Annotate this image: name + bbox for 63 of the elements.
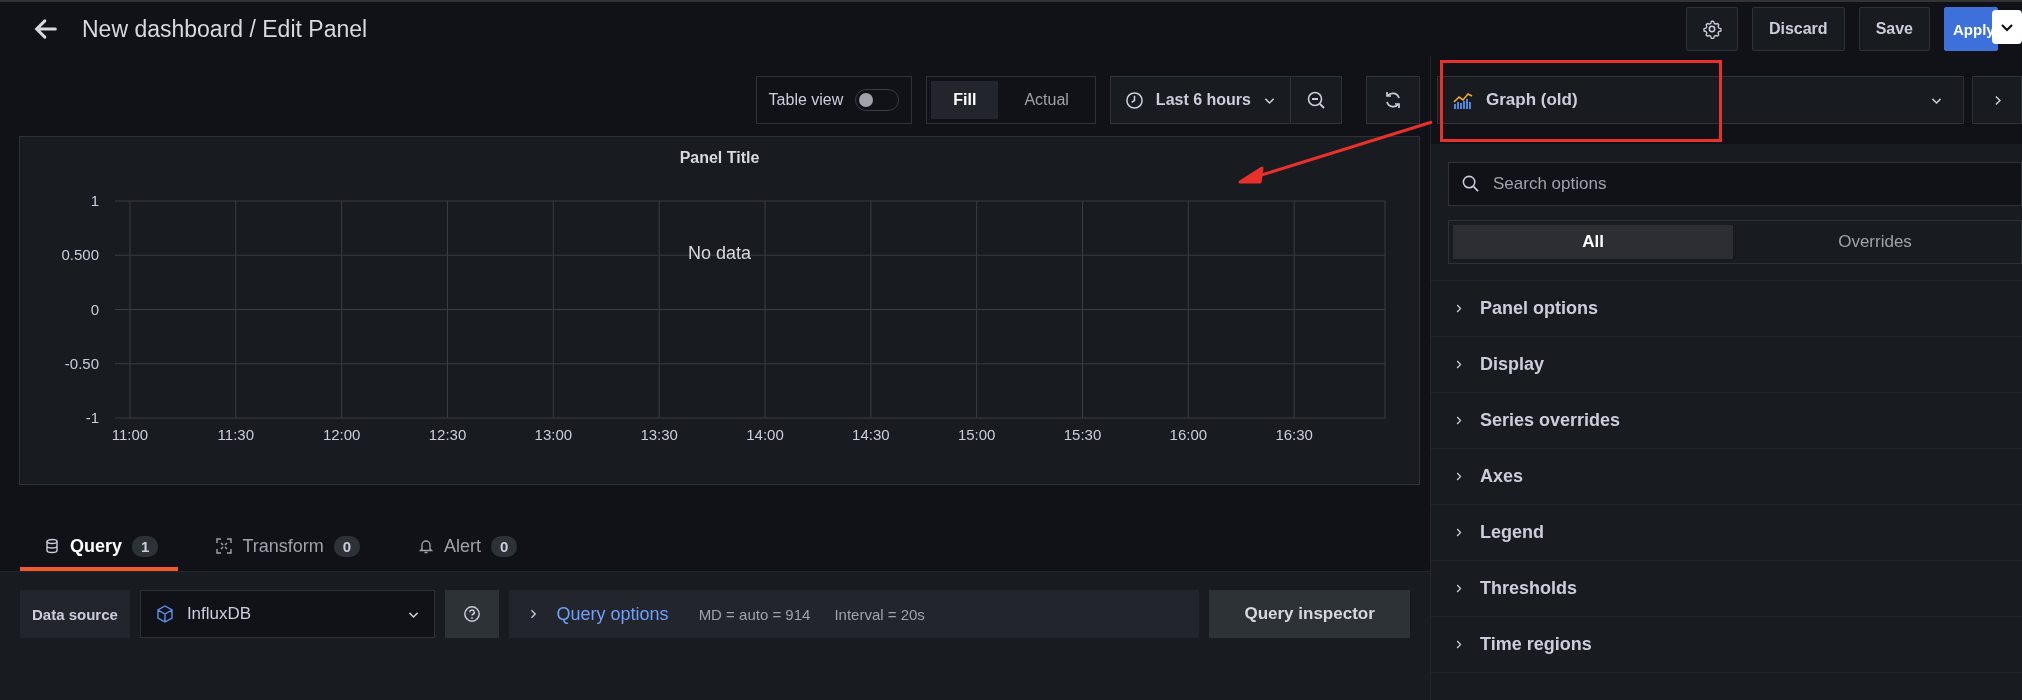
options-tab[interactable]: All xyxy=(1453,225,1733,259)
search-icon xyxy=(1461,174,1480,193)
interval-text: Interval = 20s xyxy=(834,605,925,623)
transform-icon xyxy=(216,538,233,554)
y-tick-label: 1 xyxy=(90,192,99,209)
toggle-switch[interactable] xyxy=(855,89,900,111)
page-title: New dashboard / Edit Panel xyxy=(82,15,368,43)
options-section[interactable]: Thresholds xyxy=(1431,561,2022,617)
y-tick-label: 0 xyxy=(90,300,99,318)
visualization-picker[interactable]: Graph (old) xyxy=(1437,76,1964,124)
y-tick-label: -0.50 xyxy=(64,354,99,372)
x-tick-label: 13:30 xyxy=(640,426,678,443)
x-tick-label: 14:30 xyxy=(852,426,890,443)
data-source-select[interactable]: InfluxDB xyxy=(139,590,436,638)
x-tick-label: 15:00 xyxy=(957,426,996,443)
graph-icon xyxy=(1452,90,1474,110)
options-section[interactable]: Panel options xyxy=(1431,281,2022,337)
settings-icon xyxy=(1701,19,1722,39)
y-tick-label: -1 xyxy=(85,409,99,426)
no-data-message: No data xyxy=(687,243,751,264)
data-source-label: Data source xyxy=(20,590,130,638)
max-data-points-text: MD = auto = 914 xyxy=(698,605,811,623)
x-tick-label: 12:30 xyxy=(428,426,467,443)
question-icon xyxy=(462,605,481,623)
x-tick-label: 11:00 xyxy=(111,426,149,443)
size-mode-option[interactable]: Actual xyxy=(1002,81,1091,119)
x-tick-label: 16:00 xyxy=(1169,426,1208,443)
header-button[interactable]: Save xyxy=(1858,7,1930,51)
x-tick-label: 11:30 xyxy=(217,426,255,443)
refresh-icon xyxy=(1383,90,1403,110)
query-inspector-button[interactable]: Query inspector xyxy=(1209,590,1410,638)
y-tick-label: 0.500 xyxy=(61,246,99,264)
dropdown-toggle[interactable] xyxy=(1992,10,2022,44)
cube-icon xyxy=(154,604,175,624)
size-mode-option[interactable]: Fill xyxy=(931,81,999,119)
bell-icon xyxy=(418,538,435,554)
x-tick-label: 13:00 xyxy=(534,426,573,443)
x-tick-label: 14:00 xyxy=(746,426,784,443)
query-options-link[interactable]: Query options xyxy=(556,603,669,625)
options-tab[interactable]: Overrides xyxy=(1733,225,2017,259)
clock-icon xyxy=(1124,90,1144,110)
x-tick-label: 12:00 xyxy=(322,426,361,443)
x-tick-label: 16:30 xyxy=(1275,426,1313,443)
editor-tab[interactable]: Alert 0 xyxy=(394,525,538,571)
options-section[interactable]: Legend xyxy=(1431,505,2022,561)
panel-title: Panel Title xyxy=(678,148,761,167)
settings-button[interactable] xyxy=(1685,7,1738,51)
help-button[interactable] xyxy=(445,590,499,638)
header-button[interactable]: Discard xyxy=(1751,7,1845,51)
table-view-toggle[interactable]: Table view xyxy=(755,76,913,124)
refresh-button[interactable] xyxy=(1366,76,1420,124)
search-field[interactable]: Search options xyxy=(1448,162,2022,206)
count-badge: 0 xyxy=(333,535,361,557)
zoom-out-icon xyxy=(1306,90,1326,110)
options-section[interactable]: Axes xyxy=(1431,449,2022,505)
options-section[interactable]: Series overrides xyxy=(1431,393,2022,449)
count-badge: 1 xyxy=(132,535,159,557)
options-section[interactable]: Time regions xyxy=(1431,617,2022,673)
database-icon xyxy=(44,538,60,554)
x-tick-label: 15:30 xyxy=(1063,426,1102,443)
count-badge: 0 xyxy=(491,535,518,557)
options-section[interactable]: Display xyxy=(1431,337,2022,393)
editor-tab[interactable]: Transform 0 xyxy=(192,525,381,571)
